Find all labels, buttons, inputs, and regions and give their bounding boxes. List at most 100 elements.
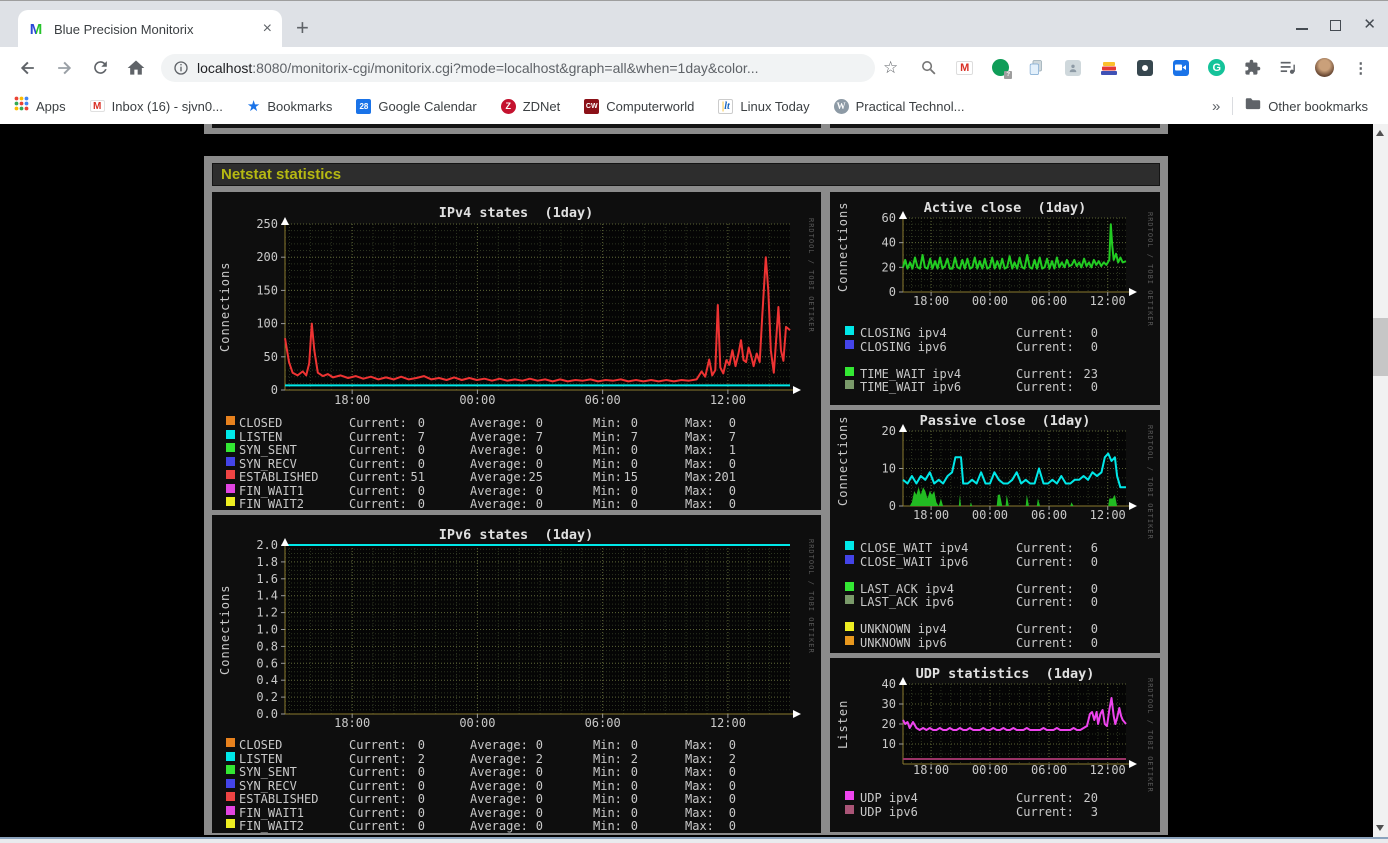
bookmark-item[interactable]: 28 Google Calendar [356,98,477,114]
legend-row: TIME_WAIT ipv4 Current: 23 [830,366,1160,381]
legend-value: 0 [535,778,543,793]
svg-text:00:00: 00:00 [972,508,1008,522]
other-bookmarks-label: Other bookmarks [1268,98,1368,114]
bookmark-item[interactable]: CW Computerworld [584,98,694,114]
extensions-puzzle-icon[interactable] [1243,58,1262,77]
svg-text:0.2: 0.2 [256,690,278,704]
legend-value: 201 [714,470,736,484]
legend-label: CLOSING ipv6 [860,339,947,354]
legend-label: TIME_WAIT ipv4 [860,366,962,381]
svg-text:18:00: 18:00 [334,393,370,407]
profile-avatar[interactable] [1315,58,1335,77]
legend-value: 15 [623,470,638,484]
svg-text:0.6: 0.6 [256,656,278,670]
site-info-icon[interactable] [173,60,189,76]
legend-value: 1 [728,443,736,457]
svg-text:18:00: 18:00 [334,716,370,730]
meet-icon[interactable] [1171,58,1190,77]
legend-row: LAST_ACK ipv6 Current: 0 [830,595,1160,609]
legend-label: LAST_ACK ipv6 [860,595,954,609]
bookmark-item[interactable]: ★ Bookmarks [247,99,332,114]
legend-value: 0 [535,443,543,457]
svg-text:12:00: 12:00 [710,716,746,730]
legend-value: 7 [535,429,543,444]
window-minimize-button[interactable] [1296,28,1309,30]
copy-icon[interactable] [1027,58,1046,77]
tab-close-icon[interactable]: × [263,20,272,38]
scroll-up-arrow[interactable] [1376,130,1384,136]
legend-value: 7 [630,429,638,444]
legend-value: 0 [535,819,543,833]
person-icon[interactable] [1063,58,1082,77]
legend-value: 20 [1083,791,1098,805]
legend-row: SYN_SENT Current: 0 Average: 0 Min: 0 Max: 1 [212,443,821,457]
legend-value: 0 [630,456,638,471]
legend-label: ESTABLISHED [239,470,319,484]
window-maximize-button[interactable] [1330,19,1342,31]
legend-value: 0 [728,456,736,471]
scroll-down-arrow[interactable] [1376,825,1384,831]
netstat-section: Netstat statistics IPv4 states (1day) 0 50… [204,156,1168,835]
legend-value: 0 [728,792,736,806]
svg-text:60: 60 [882,211,896,225]
legend-label: CLOSED [239,738,283,752]
legend-value: 0 [630,497,638,510]
window-close-button[interactable]: ✕ [1363,17,1376,32]
y-axis-label: Connections [836,201,850,292]
legend-swatch [845,581,854,591]
page-scrollbar[interactable] [1373,124,1388,837]
svg-text:250: 250 [256,217,278,231]
bookmark-item[interactable]: M Inbox (16) - sjvn0... [89,99,223,114]
home-button[interactable] [123,55,149,81]
bookmark-label: Practical Technol... [855,98,965,114]
cw-icon: CW [584,98,600,114]
other-bookmarks[interactable]: Other bookmarks [1245,97,1368,115]
legend-value: 2 [535,751,543,766]
legend-swatch [845,339,854,349]
bookmark-star-icon[interactable]: ☆ [883,58,898,78]
legend-value: 0 [728,416,736,430]
browser-tab[interactable]: M Blue Precision Monitorix × [18,10,282,48]
playlist-icon[interactable] [1279,58,1298,77]
legend-value: 0 [417,456,425,471]
legend-swatch [226,416,235,425]
forward-button[interactable] [51,55,77,81]
bookmark-item[interactable]: W Practical Technol... [833,98,965,114]
legend-value: 0 [417,805,425,820]
books-icon[interactable] [1099,58,1118,77]
voice-icon[interactable]: ? [991,58,1013,79]
reload-button[interactable] [87,55,113,81]
bookmark-label: Google Calendar [378,98,477,114]
gmail-icon[interactable]: M [955,58,974,77]
grammarly-icon[interactable]: G [1207,58,1226,77]
url-bar[interactable]: localhost:8080/monitorix-cgi/monitorix.c… [161,53,875,82]
rrdtool-watermark: RRDTOOL / TOBI OETIKER [1146,425,1154,540]
legend-value: 0 [728,778,736,793]
apps-icon [14,96,29,116]
bookmark-item[interactable]: Apps [14,96,66,116]
legend-value: 7 [417,429,425,444]
graph-panel-active: Active close (1day) 0 20 40 60 18:00 00:00 06:0… [830,192,1160,405]
legend-value: 0 [1090,581,1098,596]
scrollbar-thumb[interactable] [1373,318,1388,376]
new-tab-button[interactable]: + [296,17,309,39]
legend-row: FIN_WAIT1 Current: 0 Average: 0 Min: 0 Max: 0 [212,483,821,498]
legend-value: 0 [417,483,425,498]
svg-text:12:00: 12:00 [1090,763,1126,777]
tab-strip: M Blue Precision Monitorix × + ✕ [0,0,1388,48]
bookmarks-overflow-chevron[interactable]: » [1212,98,1220,115]
bookmark-item[interactable]: | lt Linux Today [718,98,810,114]
legend-value: 25 [528,470,543,484]
legend-value: 0 [630,416,638,430]
legend-value: 7 [728,429,736,444]
menu-dots-icon[interactable]: ⋮ [1351,58,1370,77]
back-button[interactable] [15,55,41,81]
legend-value: 0 [630,483,638,498]
legend-value: 0 [728,483,736,498]
legend-label: TIME_WAIT ipv6 [860,380,962,394]
flashlight-icon[interactable] [1135,58,1154,77]
bookmark-item[interactable]: Z ZDNet [500,98,560,114]
legend-swatch [845,635,854,645]
search-icon[interactable] [919,58,938,77]
svg-text:M: M [30,21,43,37]
